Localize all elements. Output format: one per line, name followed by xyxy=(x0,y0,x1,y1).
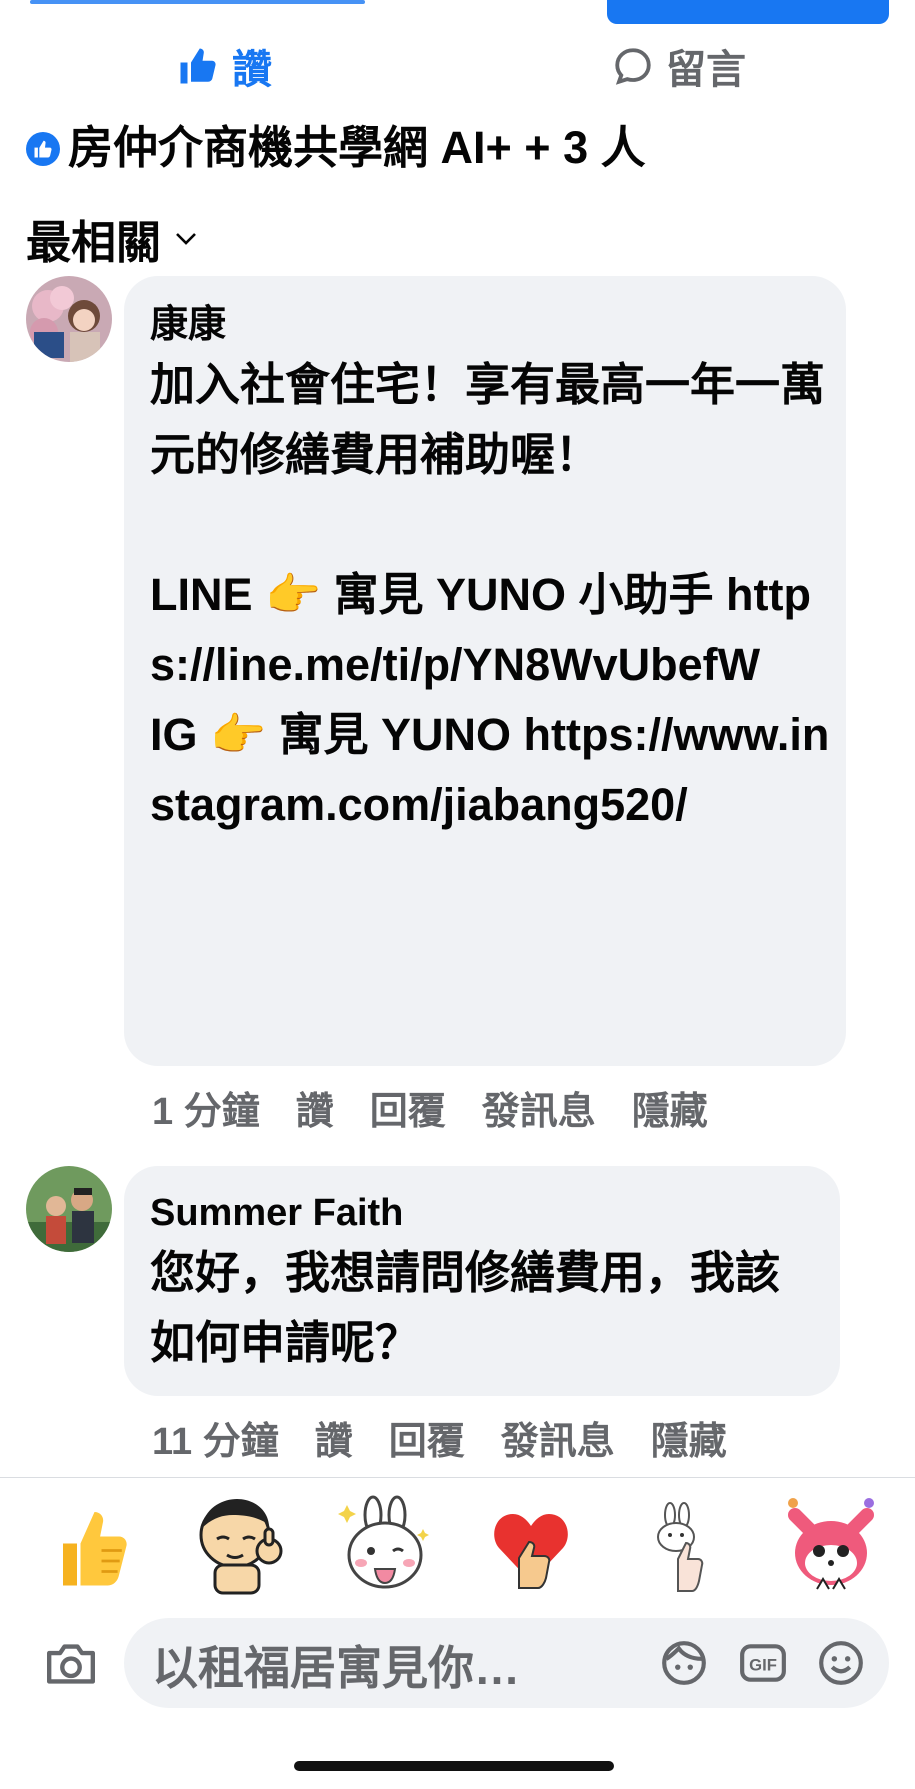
smiley-icon[interactable] xyxy=(816,1638,866,1693)
bunny-thumbs-up-sticker[interactable] xyxy=(330,1492,440,1602)
thumbs-up-emoji[interactable] xyxy=(36,1492,146,1602)
like-link[interactable]: 讚 xyxy=(296,1080,334,1135)
comment-bubble: 康康 加入社會住宅！享有最高一年一萬元的修繕費用補助喔！ LINE 👉 寓見 Y… xyxy=(124,276,846,1066)
comment-text: 您好，我想請問修繕費用，我該如何申請呢？ xyxy=(150,1247,781,1368)
chevron-down-icon xyxy=(176,232,196,245)
reply-link[interactable]: 回覆 xyxy=(370,1080,446,1135)
cartoon-boy-thumbs-up-sticker[interactable] xyxy=(184,1492,294,1602)
avatar[interactable] xyxy=(26,1166,112,1252)
comment-author[interactable]: 康康 xyxy=(150,300,840,350)
avatar[interactable] xyxy=(26,276,112,362)
comment-input-placeholder: 以租福居寓見你… xyxy=(152,1642,520,1694)
like-link[interactable]: 讚 xyxy=(315,1410,353,1465)
profile-photo xyxy=(26,1166,112,1252)
gif-label: GIF xyxy=(749,1655,777,1674)
home-indicator[interactable] xyxy=(294,1761,614,1771)
comment-composer: 以租福居寓見你… GIF xyxy=(0,1618,915,1710)
like-label: 讚 xyxy=(232,48,272,92)
divider xyxy=(0,1477,915,1478)
sort-dropdown[interactable]: 最相關 xyxy=(26,206,197,271)
cut-off-text-line xyxy=(30,0,365,4)
comment-input[interactable]: 以租福居寓見你… GIF xyxy=(124,1618,889,1708)
comment-timestamp: 1 分鐘 xyxy=(152,1091,260,1133)
hide-link[interactable]: 隱藏 xyxy=(651,1410,727,1465)
comment-author[interactable]: Summer Faith xyxy=(150,1188,820,1238)
avatar-sticker-icon[interactable] xyxy=(659,1638,709,1693)
reply-link[interactable]: 回覆 xyxy=(389,1410,465,1465)
gif-icon[interactable]: GIF xyxy=(738,1638,788,1693)
like-badge-icon xyxy=(26,123,60,179)
speech-bubble-icon xyxy=(615,48,651,85)
previous-section-remnant xyxy=(0,0,915,26)
comment-timestamp: 11 分鐘 xyxy=(152,1421,279,1463)
comment-text: 加入社會住宅！享有最高一年一萬元的修繕費用補助喔！ LINE 👉 寓見 YUNO… xyxy=(150,359,830,830)
comment-meta: 1 分鐘 讚 回覆 發訊息 隱藏 xyxy=(152,1080,708,1135)
sort-label: 最相關 xyxy=(26,217,162,268)
post-action-bar: 讚 留言 xyxy=(0,36,915,96)
camera-icon[interactable] xyxy=(44,1640,98,1693)
comment-filter-header: 房仲介商機共學網 AI+ + 3 人 xyxy=(26,120,896,179)
comment-label: 留言 xyxy=(666,48,746,92)
comment-action-button[interactable]: 留言 xyxy=(612,36,746,96)
page-name: 房仲介商機共學網 AI+ + 3 人 xyxy=(68,122,646,173)
profile-photo xyxy=(26,276,112,362)
like-action-button[interactable]: 讚 xyxy=(176,36,272,96)
message-link[interactable]: 發訊息 xyxy=(482,1080,596,1135)
small-bunny-thumbs-up-sticker[interactable] xyxy=(628,1492,738,1602)
heart-hand-sticker[interactable] xyxy=(476,1492,586,1602)
hide-link[interactable]: 隱藏 xyxy=(632,1080,708,1135)
pink-fox-sticker[interactable] xyxy=(776,1492,886,1602)
thumbs-up-icon xyxy=(180,48,216,84)
comment-bubble: Summer Faith 您好，我想請問修繕費用，我該如何申請呢？ xyxy=(124,1166,840,1396)
cut-off-blue-button[interactable] xyxy=(607,0,889,24)
message-link[interactable]: 發訊息 xyxy=(501,1410,615,1465)
comment-meta: 11 分鐘 讚 回覆 發訊息 隱藏 xyxy=(152,1410,727,1465)
